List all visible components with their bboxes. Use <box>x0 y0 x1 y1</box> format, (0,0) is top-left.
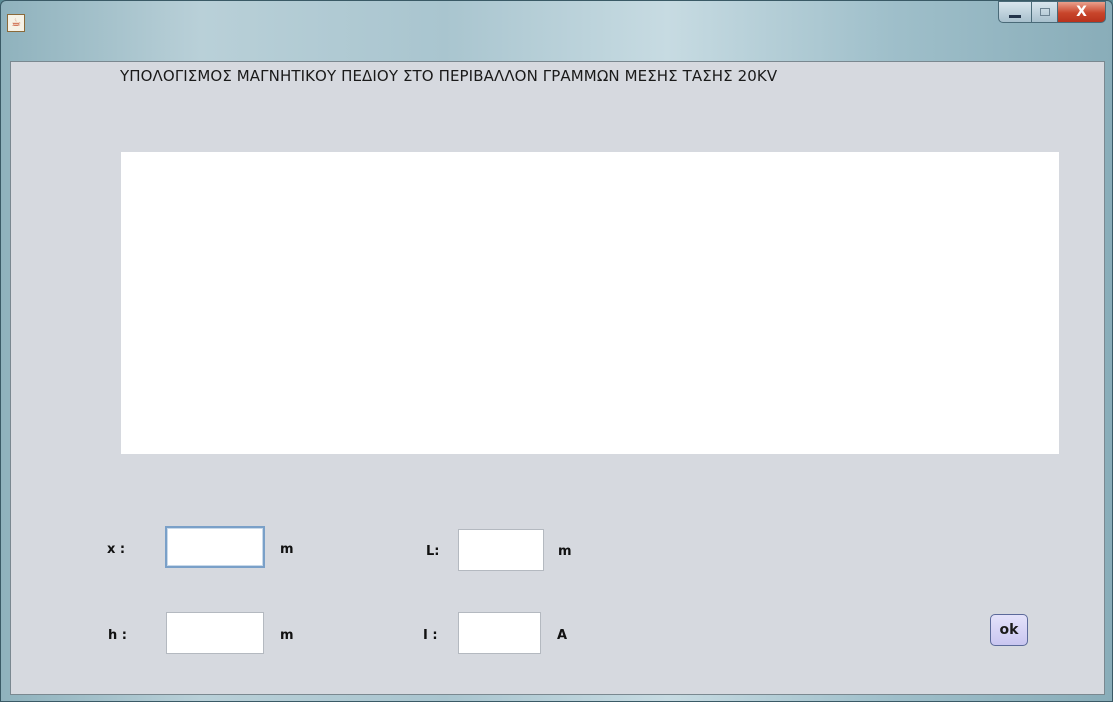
close-icon: X <box>1076 4 1087 20</box>
maximize-button[interactable] <box>1032 1 1058 23</box>
minimize-icon <box>1009 14 1021 18</box>
I-unit-label: A <box>557 628 568 643</box>
L-label: L: <box>426 544 440 559</box>
maximize-icon <box>1039 8 1050 16</box>
x-label: x : <box>107 542 126 557</box>
app-window: ☕ X ΥΠΟΛΟΓΙΣΜΟΣ ΜΑΓΝΗΤΙΚΟΥ ΠΕΔΙΟΥ ΣΤΟ ΠΕ… <box>0 0 1113 702</box>
title-bar[interactable]: ☕ X <box>1 1 1112 41</box>
content-pane: ΥΠΟΛΟΓΙΣΜΟΣ ΜΑΓΝΗΤΙΚΟΥ ΠΕΔΙΟΥ ΣΤΟ ΠΕΡΙΒΑ… <box>10 61 1105 695</box>
window-controls: X <box>998 1 1106 29</box>
h-input[interactable] <box>166 612 264 654</box>
h-unit-label: m <box>280 628 294 643</box>
ok-button[interactable]: ok <box>990 614 1028 646</box>
x-input[interactable] <box>165 526 265 568</box>
minimize-button[interactable] <box>998 1 1032 23</box>
page-title: ΥΠΟΛΟΓΙΣΜΟΣ ΜΑΓΝΗΤΙΚΟΥ ΠΕΔΙΟΥ ΣΤΟ ΠΕΡΙΒΑ… <box>120 67 778 85</box>
L-input[interactable] <box>458 529 544 571</box>
I-label: I : <box>423 628 438 643</box>
output-panel <box>121 152 1059 454</box>
h-label: h : <box>108 628 127 643</box>
java-cup-icon[interactable]: ☕ <box>7 14 25 32</box>
close-button[interactable]: X <box>1058 1 1106 23</box>
I-input[interactable] <box>458 612 541 654</box>
L-unit-label: m <box>558 544 572 559</box>
x-unit-label: m <box>280 542 294 557</box>
